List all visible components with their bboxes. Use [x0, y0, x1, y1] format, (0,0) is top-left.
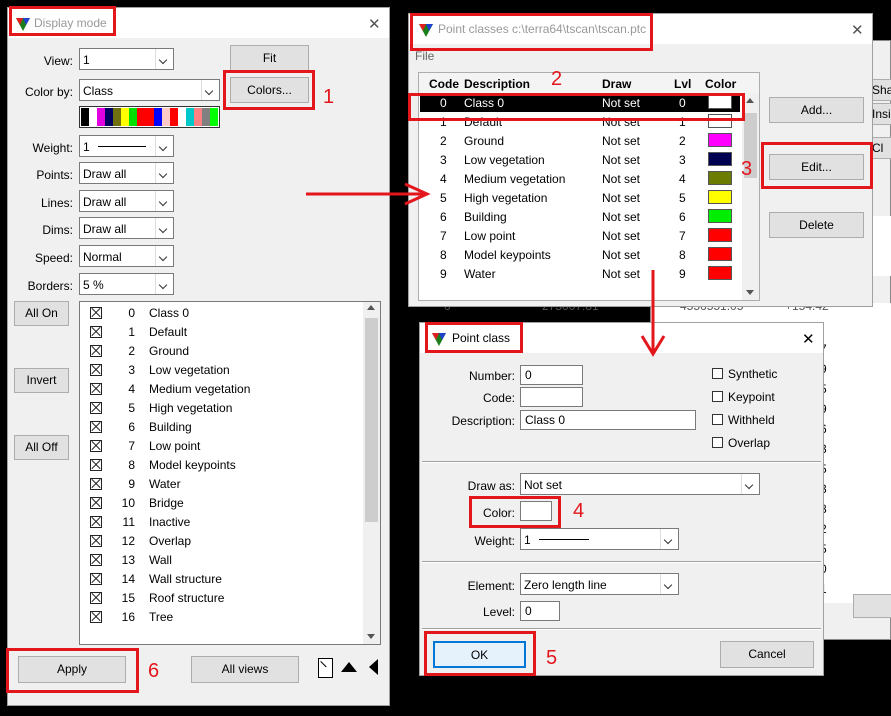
right-arrow-icon	[306, 182, 431, 206]
callout-5: 5	[546, 647, 558, 669]
callout-3: 3	[741, 158, 753, 180]
callout-1: 1	[323, 86, 335, 108]
callout-2: 2	[551, 68, 563, 90]
callout-6: 6	[148, 660, 160, 682]
down-arrow-icon	[640, 270, 666, 357]
arrows-overlay	[306, 182, 666, 357]
callout-4: 4	[573, 500, 585, 522]
